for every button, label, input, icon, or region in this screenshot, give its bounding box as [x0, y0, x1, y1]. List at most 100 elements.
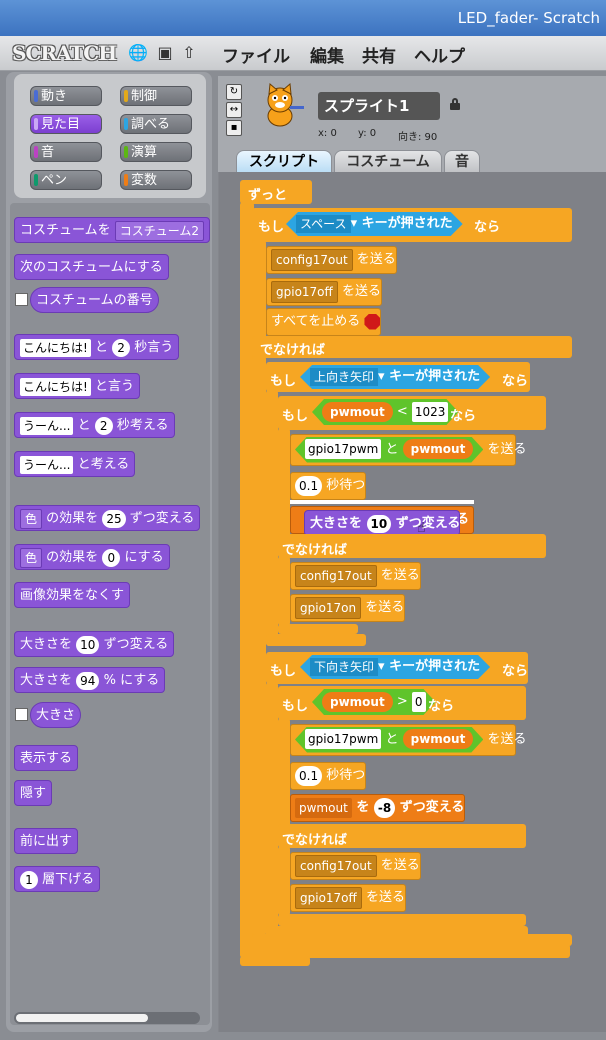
message-dropdown[interactable]: gpio17off: [271, 280, 338, 303]
var-pwmout[interactable]: pwmout: [403, 439, 474, 459]
size-change-input[interactable]: 10: [366, 514, 392, 533]
sprite-name-field[interactable]: スプライト1: [318, 92, 440, 120]
category-variables[interactable]: 変数: [120, 170, 192, 190]
message-dropdown[interactable]: config17out: [271, 248, 353, 271]
go-back-input[interactable]: 1: [20, 870, 38, 889]
effect-set-input[interactable]: 0: [102, 548, 121, 567]
op-join[interactable]: gpio17pwm と pwmout: [295, 437, 483, 463]
sprite-cat-thumbnail[interactable]: [254, 82, 306, 134]
var-pwmout[interactable]: pwmout: [322, 402, 393, 422]
say-text-input[interactable]: こんにちは!: [20, 338, 91, 357]
broadcast-join-up[interactable]: gpio17pwm と pwmout を送る: [290, 434, 526, 466]
no-rotate-icon[interactable]: ▪: [226, 120, 242, 136]
globe-icon[interactable]: 🌐: [128, 44, 148, 62]
think-text-input[interactable]: うーん...: [20, 416, 74, 435]
effect-dropdown[interactable]: 色: [20, 547, 43, 568]
message-dropdown[interactable]: config17out: [295, 854, 377, 877]
block-hide[interactable]: 隠す: [14, 780, 53, 806]
block-costume-number[interactable]: コスチュームの番号: [30, 287, 159, 313]
flip-icon[interactable]: ↔: [226, 102, 242, 118]
block-say[interactable]: こんにちは! と言う: [14, 373, 140, 399]
sensing-key-space[interactable]: スペース ▾ キーが押された: [286, 212, 463, 236]
sensing-key-down[interactable]: 下向き矢印 ▾ キーが押された: [300, 655, 490, 679]
change-value-input[interactable]: -8: [373, 797, 396, 818]
effect-change-input[interactable]: 25: [102, 509, 126, 528]
size-checkbox[interactable]: [15, 708, 28, 721]
block-change-effect[interactable]: 色 の効果を 25 ずつ変える: [14, 505, 201, 531]
block-next-costume[interactable]: 次のコスチュームにする: [14, 254, 169, 280]
block-think-for-secs[interactable]: うーん... と 2 秒考える: [14, 412, 175, 438]
broadcast-gpio17off[interactable]: gpio17off を送る: [266, 278, 382, 306]
costume-dropdown[interactable]: コスチューム2: [114, 220, 205, 241]
block-switch-costume[interactable]: コスチュームを コスチューム2: [14, 217, 210, 243]
op-greater-than[interactable]: pwmout > 0: [312, 689, 436, 715]
var-pwmout[interactable]: pwmout: [403, 729, 474, 749]
block-set-effect[interactable]: 色 の効果を 0 にする: [14, 544, 170, 570]
save-icon[interactable]: ▣: [156, 44, 174, 62]
category-pen[interactable]: ペン: [30, 170, 102, 190]
category-looks[interactable]: 見た目: [30, 114, 102, 134]
category-sound[interactable]: 音: [30, 142, 102, 162]
variable-dropdown[interactable]: pwmout: [295, 797, 352, 818]
costume-number-checkbox[interactable]: [15, 293, 28, 306]
compare-value-input[interactable]: 0: [412, 692, 426, 712]
menu-file[interactable]: ファイル: [222, 42, 290, 67]
think-text-input[interactable]: うーん...: [20, 455, 74, 474]
category-operators[interactable]: 演算: [120, 142, 192, 162]
lock-icon[interactable]: [450, 98, 460, 110]
say-text-input[interactable]: こんにちは!: [20, 377, 91, 396]
category-control[interactable]: 制御: [120, 86, 192, 106]
message-dropdown[interactable]: gpio17on: [295, 596, 362, 619]
sensing-key-up[interactable]: 上向き矢印 ▾ キーが押された: [300, 365, 490, 389]
message-dropdown[interactable]: gpio17off: [295, 886, 362, 909]
effect-dropdown[interactable]: 色: [20, 508, 43, 529]
broadcast-gpio17off-2[interactable]: gpio17off を送る: [290, 884, 406, 912]
menu-help[interactable]: ヘルプ: [414, 42, 465, 67]
compare-value-input[interactable]: 1023: [412, 402, 449, 422]
tab-sounds[interactable]: 音: [444, 150, 480, 174]
key-dropdown[interactable]: 上向き矢印: [310, 368, 378, 386]
broadcast-config17out-2[interactable]: config17out を送る: [290, 562, 421, 590]
block-go-front[interactable]: 前に出す: [14, 828, 79, 854]
block-go-back[interactable]: 1 層下げる: [14, 866, 101, 892]
op-less-than[interactable]: pwmout < 1023: [312, 399, 458, 425]
size-set-input[interactable]: 94: [76, 671, 100, 690]
tab-scripts[interactable]: スクリプト: [236, 150, 332, 174]
scrollbar-thumb[interactable]: [16, 1014, 148, 1022]
scripts-area[interactable]: ずっと もし スペース ▾ キーが押された なら config17out を送る …: [218, 172, 606, 1032]
broadcast-join-down[interactable]: gpio17pwm と pwmout を送る: [290, 724, 526, 756]
think-secs-input[interactable]: 2: [94, 416, 113, 435]
var-pwmout[interactable]: pwmout: [322, 692, 393, 712]
menu-edit[interactable]: 編集: [310, 42, 344, 67]
dragged-size-block[interactable]: 大きさを 10 ずつ変える: [304, 510, 460, 536]
block-show[interactable]: 表示する: [14, 745, 79, 771]
join-text-input[interactable]: gpio17pwm: [305, 729, 381, 749]
key-dropdown[interactable]: スペース: [296, 215, 351, 233]
stop-all-block[interactable]: すべてを止める: [266, 308, 382, 336]
block-clear-effects[interactable]: 画像効果をなくす: [14, 582, 131, 608]
block-change-size[interactable]: 大きさを 10 ずつ変える: [14, 631, 175, 657]
wait-block[interactable]: 0.1 秒待つ: [290, 762, 367, 790]
tab-costumes[interactable]: コスチューム: [334, 150, 442, 174]
wait-block[interactable]: 0.1 秒待つ: [290, 472, 367, 500]
category-motion[interactable]: 動き: [30, 86, 102, 106]
wait-input[interactable]: 0.1: [295, 475, 323, 496]
block-size[interactable]: 大きさ: [30, 702, 82, 728]
broadcast-gpio17on[interactable]: gpio17on を送る: [290, 594, 406, 622]
size-change-input[interactable]: 10: [76, 635, 100, 654]
join-text-input[interactable]: gpio17pwm: [305, 439, 381, 459]
menu-share[interactable]: 共有: [362, 42, 396, 67]
category-sensing[interactable]: 調べる: [120, 114, 192, 134]
change-pwmout-block[interactable]: pwmout を -8 ずつ変える: [290, 794, 466, 822]
wait-input[interactable]: 0.1: [295, 765, 323, 786]
say-secs-input[interactable]: 2: [112, 338, 131, 357]
op-join[interactable]: gpio17pwm と pwmout: [295, 727, 483, 753]
message-dropdown[interactable]: config17out: [295, 564, 377, 587]
share-icon[interactable]: ⇧: [180, 44, 198, 62]
block-set-size[interactable]: 大きさを 94 % にする: [14, 667, 166, 693]
broadcast-config17out-3[interactable]: config17out を送る: [290, 852, 421, 880]
block-say-for-secs[interactable]: こんにちは! と 2 秒言う: [14, 334, 180, 360]
palette-scrollbar[interactable]: [14, 1012, 200, 1024]
rotate-icon[interactable]: ↻: [226, 84, 242, 100]
key-dropdown[interactable]: 下向き矢印: [310, 658, 378, 676]
